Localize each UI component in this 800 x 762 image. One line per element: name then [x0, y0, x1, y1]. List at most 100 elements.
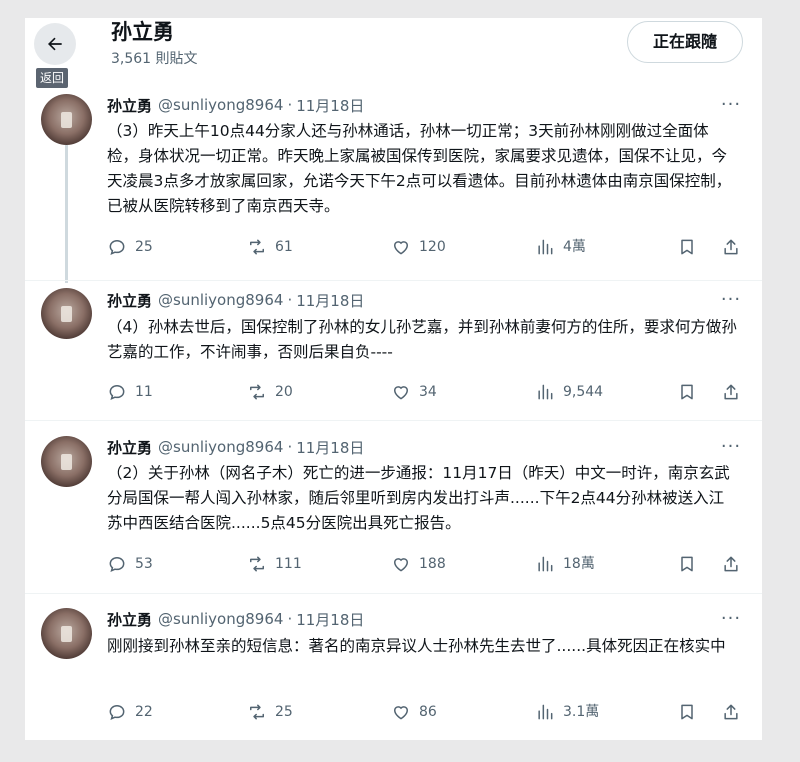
tweet-header: 孙立勇 @sunliyong8964 · 11月18日 [107, 289, 364, 311]
tweet-actions: 25 61 120 4萬 [107, 235, 747, 259]
like-button[interactable]: 34 [391, 380, 437, 404]
views-button[interactable]: 4萬 [535, 235, 586, 259]
reply-count: 11 [135, 384, 153, 400]
retweet-icon [250, 556, 264, 572]
author-name[interactable]: 孙立勇 [107, 609, 152, 630]
heart-icon [393, 558, 409, 572]
more-options-button[interactable]: ··· [720, 438, 742, 462]
post-count: 3,561 則貼文 [111, 51, 198, 67]
tweet-text: 刚刚接到孙林至亲的短信息：著名的南京异议人士孙林先生去世了......具体死因正… [107, 637, 726, 655]
tweet-actions: 22 25 86 3.1萬 [107, 700, 747, 724]
reply-button[interactable]: 25 [107, 235, 153, 259]
bookmark-button[interactable] [676, 700, 698, 724]
more-options-button[interactable]: ··· [720, 291, 742, 315]
avatar[interactable] [41, 94, 92, 145]
retweet-button[interactable]: 25 [247, 700, 293, 724]
avatar[interactable] [41, 288, 92, 339]
share-icon [724, 704, 738, 720]
reply-bubble-icon [109, 704, 125, 720]
author-name[interactable]: 孙立勇 [107, 437, 152, 458]
more-options-button[interactable]: ··· [720, 96, 742, 120]
retweet-icon [250, 239, 264, 255]
tweet-text: （3）昨天上午10点44分家人还与孙林通话，孙林一切正常；3天前孙林刚刚做过全面… [107, 122, 732, 215]
reply-bubble-icon [109, 239, 125, 255]
share-icon [724, 239, 738, 255]
reply-count: 22 [135, 704, 153, 720]
author-handle[interactable]: @sunliyong8964 [158, 610, 283, 628]
view-count: 18萬 [563, 556, 595, 572]
like-count: 86 [419, 704, 437, 720]
reply-button[interactable]: 53 [107, 552, 153, 576]
like-button[interactable]: 86 [391, 700, 437, 724]
thread-connector-line [65, 145, 68, 283]
like-count: 34 [419, 384, 437, 400]
view-count: 9,544 [563, 384, 604, 400]
tweet-date[interactable]: 11月18日 [296, 609, 364, 630]
share-button[interactable] [720, 700, 742, 724]
avatar[interactable] [41, 608, 92, 659]
tweet-text: （2）关于孙林（网名子木）死亡的进一步通报：11月17日（昨天）中文一时许，南京… [107, 464, 730, 532]
reply-button[interactable]: 11 [107, 380, 153, 404]
arrow-left-icon [48, 37, 62, 51]
tweet-header: 孙立勇 @sunliyong8964 · 11月18日 [107, 94, 364, 116]
author-name[interactable]: 孙立勇 [107, 95, 152, 116]
separator-dot: · [287, 610, 293, 628]
author-handle[interactable]: @sunliyong8964 [158, 438, 283, 456]
author-handle[interactable]: @sunliyong8964 [158, 291, 283, 309]
retweet-count: 25 [275, 704, 293, 720]
view-count: 4萬 [563, 239, 586, 255]
bookmark-button[interactable] [676, 235, 698, 259]
retweet-button[interactable]: 111 [247, 552, 302, 576]
like-button[interactable]: 120 [391, 235, 446, 259]
bookmark-icon [681, 556, 693, 572]
tweet-divider [25, 593, 762, 594]
bookmark-icon [681, 384, 693, 400]
like-count: 120 [419, 239, 446, 255]
share-button[interactable] [720, 235, 742, 259]
following-button[interactable]: 正在跟隨 [627, 21, 743, 63]
tweet-date[interactable]: 11月18日 [296, 437, 364, 458]
separator-dot: · [287, 96, 293, 114]
reply-button[interactable]: 22 [107, 700, 153, 724]
retweet-button[interactable]: 61 [247, 235, 293, 259]
reply-count: 25 [135, 239, 153, 255]
tweet-actions: 11 20 34 9,544 [107, 380, 747, 404]
reply-count: 53 [135, 556, 153, 572]
retweet-icon [250, 384, 264, 400]
share-button[interactable] [720, 380, 742, 404]
reply-bubble-icon [109, 384, 125, 400]
timeline-panel: 返回 孙立勇 3,561 則貼文 正在跟隨 孙立勇 @sunliyong8964… [25, 18, 762, 740]
page-title: 孙立勇 [111, 20, 174, 44]
back-button[interactable] [34, 23, 76, 65]
avatar[interactable] [41, 436, 92, 487]
views-button[interactable]: 18萬 [535, 552, 595, 576]
bar-chart-icon [538, 556, 553, 572]
views-button[interactable]: 9,544 [535, 380, 603, 404]
reply-bubble-icon [109, 556, 125, 572]
back-tooltip: 返回 [36, 68, 69, 88]
like-count: 188 [419, 556, 446, 572]
share-icon [724, 384, 738, 400]
views-button[interactable]: 3.1萬 [535, 700, 599, 724]
separator-dot: · [287, 438, 293, 456]
author-name[interactable]: 孙立勇 [107, 290, 152, 311]
tweet-actions: 53 111 188 18萬 [107, 552, 747, 576]
profile-header: 返回 孙立勇 3,561 則貼文 正在跟隨 [25, 18, 762, 88]
like-button[interactable]: 188 [391, 552, 446, 576]
retweet-button[interactable]: 20 [247, 380, 293, 404]
bookmark-button[interactable] [676, 552, 698, 576]
tweet-date[interactable]: 11月18日 [296, 290, 364, 311]
heart-icon [393, 706, 409, 720]
view-count: 3.1萬 [563, 704, 600, 720]
bar-chart-icon [538, 704, 553, 720]
retweet-icon [250, 704, 264, 720]
tweet-divider [25, 420, 762, 421]
tweet-header: 孙立勇 @sunliyong8964 · 11月18日 [107, 608, 364, 630]
author-handle[interactable]: @sunliyong8964 [158, 96, 283, 114]
bookmark-button[interactable] [676, 380, 698, 404]
more-options-button[interactable]: ··· [720, 610, 742, 634]
bookmark-icon [681, 704, 693, 720]
share-button[interactable] [720, 552, 742, 576]
tweet-date[interactable]: 11月18日 [296, 95, 364, 116]
bar-chart-icon [538, 239, 553, 255]
